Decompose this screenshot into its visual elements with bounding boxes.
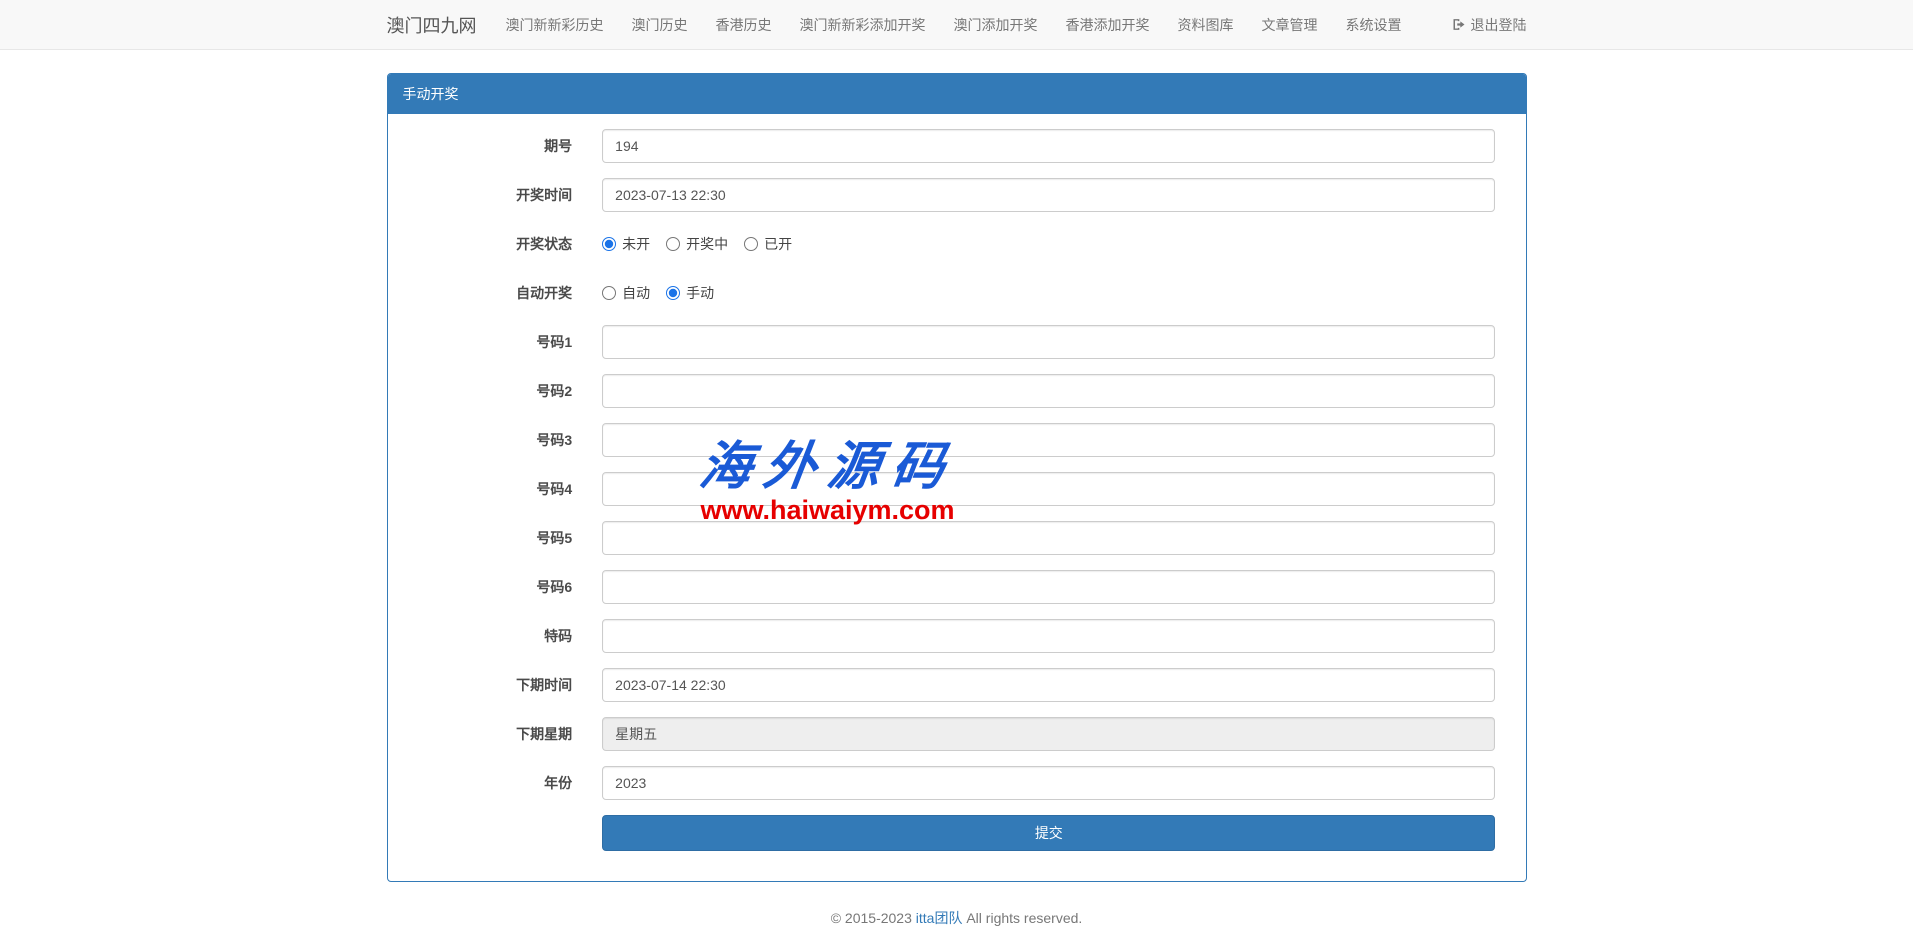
year-input[interactable] [602, 766, 1495, 800]
form-row-number-3: 号码3 [403, 423, 1511, 457]
number-3-input[interactable] [602, 423, 1495, 457]
form-row-number-1: 号码1 [403, 325, 1511, 359]
main-container: 手动开奖 期号开奖时间开奖状态 未开 开奖中 已开自动开奖 自动 手动号码1 号码2 号码3 号… [372, 73, 1542, 928]
submit-row: 提交 [403, 815, 1511, 851]
nav-link-3[interactable]: 香港历史 [702, 0, 786, 49]
field-label-number-6: 号码6 [403, 570, 588, 604]
form-row-number-2: 号码2 [403, 374, 1511, 408]
manual-draw-panel: 手动开奖 期号开奖时间开奖状态 未开 开奖中 已开自动开奖 自动 手动号码1 号码2 号码3 号… [387, 73, 1527, 882]
draw-time-input[interactable] [602, 178, 1495, 212]
form-row-number-5: 号码5 [403, 521, 1511, 555]
form-row-draw-time: 开奖时间 [403, 178, 1511, 212]
field-label-next-draw-time: 下期时间 [403, 668, 588, 702]
nav-link-1[interactable]: 澳门新新彩历史 [492, 0, 618, 49]
field-label-number-5: 号码5 [403, 521, 588, 555]
auto-draw-option-2[interactable]: 手动 [666, 283, 714, 303]
manual-draw-form: 期号开奖时间开奖状态 未开 开奖中 已开自动开奖 自动 手动号码1 号码2 号码3 号码4 号码5… [403, 129, 1511, 851]
field-label-next-weekday: 下期星期 [403, 717, 588, 751]
draw-status-option-2-radio[interactable] [666, 237, 680, 251]
form-row-number-6: 号码6 [403, 570, 1511, 604]
field-label-special-code: 特码 [403, 619, 588, 653]
number-4-input[interactable] [602, 472, 1495, 506]
field-label-issue-number: 期号 [403, 129, 588, 163]
next-weekday-input [602, 717, 1495, 751]
draw-status-option-1-label: 未开 [622, 234, 650, 254]
draw-status-option-3-label: 已开 [764, 234, 792, 254]
form-row-next-weekday: 下期星期 [403, 717, 1511, 751]
draw-status-option-2-label: 开奖中 [686, 234, 728, 254]
number-1-input[interactable] [602, 325, 1495, 359]
sign-out-icon [1451, 17, 1466, 32]
nav-link-9[interactable]: 系统设置 [1332, 0, 1416, 49]
field-label-number-2: 号码2 [403, 374, 588, 408]
field-label-year: 年份 [403, 766, 588, 800]
form-row-next-draw-time: 下期时间 [403, 668, 1511, 702]
brand-link[interactable]: 澳门四九网 [387, 0, 492, 49]
auto-draw-option-1-label: 自动 [622, 283, 650, 303]
auto-draw-option-1[interactable]: 自动 [602, 283, 650, 303]
main-nav: 澳门新新彩历史澳门历史香港历史澳门新新彩添加开奖澳门添加开奖香港添加开奖资料图库… [492, 0, 1527, 49]
draw-status-radio-group: 未开 开奖中 已开 [602, 227, 1495, 254]
logout-link[interactable]: 退出登陆 [1437, 0, 1527, 49]
draw-status-option-1[interactable]: 未开 [602, 234, 650, 254]
form-row-number-4: 号码4 [403, 472, 1511, 506]
form-row-special-code: 特码 [403, 619, 1511, 653]
nav-link-4[interactable]: 澳门新新彩添加开奖 [786, 0, 940, 49]
draw-status-option-1-radio[interactable] [602, 237, 616, 251]
form-row-draw-status: 开奖状态 未开 开奖中 已开 [403, 227, 1511, 261]
field-label-number-4: 号码4 [403, 472, 588, 506]
nav-link-2[interactable]: 澳门历史 [618, 0, 702, 49]
field-label-number-3: 号码3 [403, 423, 588, 457]
auto-draw-option-1-radio[interactable] [602, 286, 616, 300]
nav-link-6[interactable]: 香港添加开奖 [1052, 0, 1164, 49]
field-label-number-1: 号码1 [403, 325, 588, 359]
submit-button[interactable]: 提交 [602, 815, 1495, 851]
form-row-auto-draw: 自动开奖 自动 手动 [403, 276, 1511, 310]
nav-link-8[interactable]: 文章管理 [1248, 0, 1332, 49]
draw-status-option-3[interactable]: 已开 [744, 234, 792, 254]
panel-body: 期号开奖时间开奖状态 未开 开奖中 已开自动开奖 自动 手动号码1 号码2 号码3 号码4 号码5… [388, 114, 1526, 881]
draw-status-option-2[interactable]: 开奖中 [666, 234, 728, 254]
auto-draw-option-2-radio[interactable] [666, 286, 680, 300]
special-code-input[interactable] [602, 619, 1495, 653]
nav-link-5[interactable]: 澳门添加开奖 [940, 0, 1052, 49]
panel-title: 手动开奖 [388, 74, 1526, 114]
number-6-input[interactable] [602, 570, 1495, 604]
field-label-draw-status: 开奖状态 [403, 227, 588, 261]
field-label-draw-time: 开奖时间 [403, 178, 588, 212]
number-5-input[interactable] [602, 521, 1495, 555]
auto-draw-radio-group: 自动 手动 [602, 276, 1495, 303]
field-label-auto-draw: 自动开奖 [403, 276, 588, 310]
logout-label: 退出登陆 [1471, 15, 1527, 35]
number-2-input[interactable] [602, 374, 1495, 408]
nav-link-7[interactable]: 资料图库 [1164, 0, 1248, 49]
next-draw-time-input[interactable] [602, 668, 1495, 702]
footer: © 2015-2023 itta团队 All rights reserved. [387, 908, 1527, 928]
auto-draw-option-2-label: 手动 [686, 283, 714, 303]
form-row-issue-number: 期号 [403, 129, 1511, 163]
form-row-year: 年份 [403, 766, 1511, 800]
issue-number-input[interactable] [602, 129, 1495, 163]
draw-status-option-3-radio[interactable] [744, 237, 758, 251]
top-navbar: 澳门四九网 澳门新新彩历史澳门历史香港历史澳门新新彩添加开奖澳门添加开奖香港添加… [0, 0, 1913, 50]
